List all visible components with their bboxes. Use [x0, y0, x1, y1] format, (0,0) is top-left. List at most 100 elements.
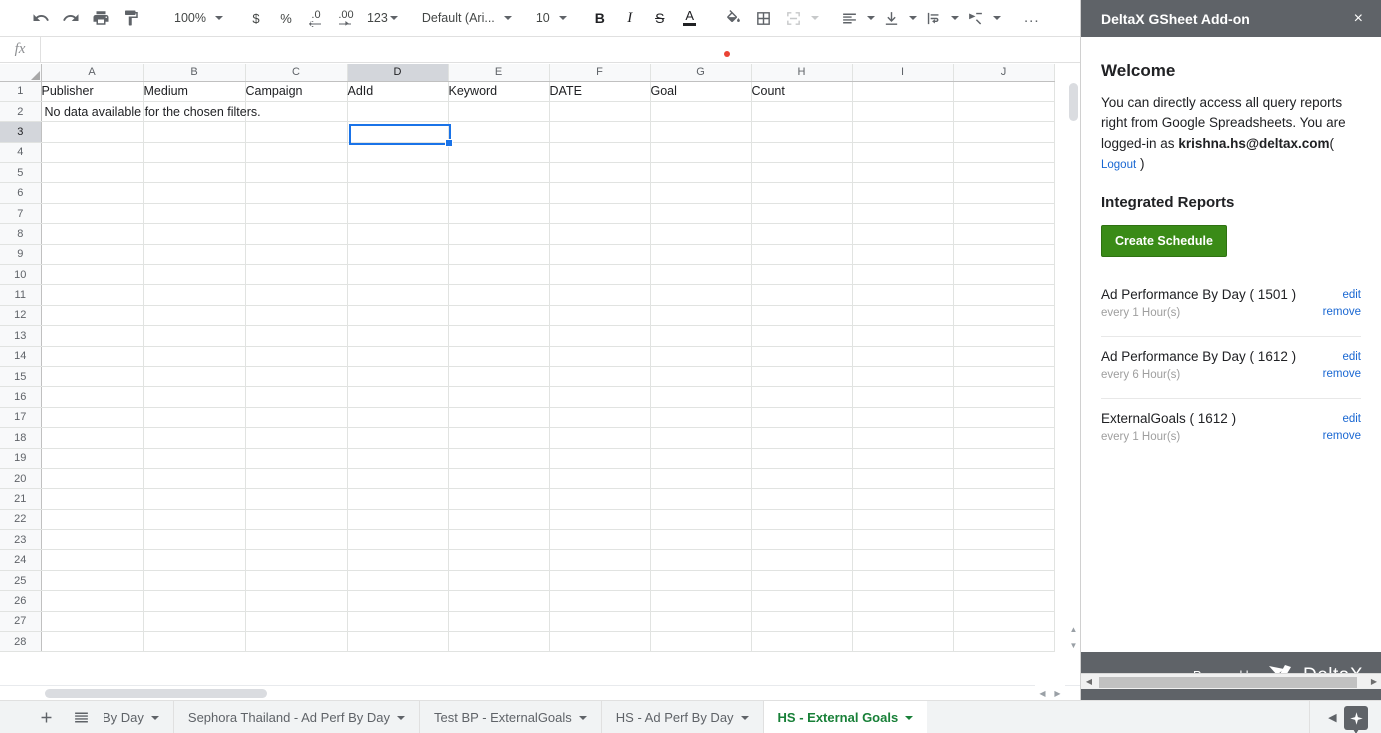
cell-D11[interactable] — [347, 284, 449, 306]
cell-I20[interactable] — [852, 468, 954, 490]
vertical-align-icon[interactable] — [879, 5, 905, 31]
cell-G6[interactable] — [650, 182, 752, 204]
horizontal-scrollbar[interactable]: ◀ ▶ — [0, 685, 1081, 701]
row-header-14[interactable]: 14 — [0, 346, 42, 367]
cell-F13[interactable] — [549, 325, 651, 347]
cell-B15[interactable] — [143, 366, 246, 388]
cell-I5[interactable] — [852, 162, 954, 184]
cell-I28[interactable] — [852, 631, 954, 653]
cell-F20[interactable] — [549, 468, 651, 490]
cell-C12[interactable] — [245, 305, 348, 327]
cell-E27[interactable] — [448, 611, 550, 633]
cell-G13[interactable] — [650, 325, 752, 347]
cell-B14[interactable] — [143, 346, 246, 367]
cell-J20[interactable] — [953, 468, 1055, 490]
cell-H17[interactable] — [751, 407, 853, 429]
cell-C4[interactable] — [245, 142, 348, 164]
cell-D10[interactable] — [347, 264, 449, 286]
cell-H2[interactable] — [751, 101, 853, 123]
cell-C14[interactable] — [245, 346, 348, 367]
cell-F23[interactable] — [549, 529, 651, 551]
increase-decimal-button[interactable]: .00 — [333, 5, 359, 31]
cell-B13[interactable] — [143, 325, 246, 347]
cell-D17[interactable] — [347, 407, 449, 429]
cell-G21[interactable] — [650, 488, 752, 510]
text-wrap-selector[interactable] — [949, 5, 961, 31]
cell-F16[interactable] — [549, 386, 651, 408]
cell-J18[interactable] — [953, 427, 1055, 449]
cell-J7[interactable] — [953, 203, 1055, 225]
cell-C13[interactable] — [245, 325, 348, 347]
row-header-22[interactable]: 22 — [0, 509, 42, 531]
cell-F21[interactable] — [549, 488, 651, 510]
cell-C22[interactable] — [245, 509, 348, 531]
cell-I17[interactable] — [852, 407, 954, 429]
edit-report-link[interactable]: edit — [1323, 413, 1361, 425]
cell-E8[interactable] — [448, 223, 550, 245]
cell-D23[interactable] — [347, 529, 449, 551]
cell-C21[interactable] — [245, 488, 348, 510]
cell-J15[interactable] — [953, 366, 1055, 388]
cell-E5[interactable] — [448, 162, 550, 184]
cell-H12[interactable] — [751, 305, 853, 327]
scroll-down-icon[interactable]: ▼ — [1066, 637, 1081, 653]
cell-H4[interactable] — [751, 142, 853, 164]
row-header-21[interactable]: 21 — [0, 488, 42, 510]
cell-E18[interactable] — [448, 427, 550, 449]
cell-H20[interactable] — [751, 468, 853, 490]
chevron-down-icon[interactable] — [905, 715, 914, 720]
redo-icon[interactable] — [58, 5, 84, 31]
column-header-i[interactable]: I — [852, 64, 954, 82]
cell-C11[interactable] — [245, 284, 348, 306]
cell-I15[interactable] — [852, 366, 954, 388]
cell-H10[interactable] — [751, 264, 853, 286]
cell-B22[interactable] — [143, 509, 246, 531]
row-header-2[interactable]: 2 — [0, 101, 42, 123]
sheet-tab[interactable]: HS - Ad Perf By Day — [600, 701, 763, 733]
cell-A7[interactable] — [41, 203, 144, 225]
cell-H19[interactable] — [751, 448, 853, 469]
row-header-17[interactable]: 17 — [0, 407, 42, 429]
cell-H6[interactable] — [751, 182, 853, 204]
cell-F27[interactable] — [549, 611, 651, 633]
merge-cells-icon[interactable] — [781, 5, 807, 31]
edit-report-link[interactable]: edit — [1323, 289, 1361, 301]
row-header-11[interactable]: 11 — [0, 284, 42, 306]
spreadsheet-grid[interactable]: A B C D E F G H I J 1 Publisher Medium Campaign AdId K… — [0, 64, 1081, 685]
row-header-3[interactable]: 3 — [0, 121, 42, 143]
cell-J23[interactable] — [953, 529, 1055, 551]
row-header-10[interactable]: 10 — [0, 264, 42, 286]
cell-C8[interactable] — [245, 223, 348, 245]
cell-B18[interactable] — [143, 427, 246, 449]
cell-A24[interactable] — [41, 549, 144, 571]
cell-J10[interactable] — [953, 264, 1055, 286]
cell-D8[interactable] — [347, 223, 449, 245]
cell-E11[interactable] — [448, 284, 550, 306]
cell-H16[interactable] — [751, 386, 853, 408]
cell-A11[interactable] — [41, 284, 144, 306]
cell-J25[interactable] — [953, 570, 1055, 592]
cell-C6[interactable] — [245, 182, 348, 204]
cell-B27[interactable] — [143, 611, 246, 633]
cell-E17[interactable] — [448, 407, 550, 429]
cell-J4[interactable] — [953, 142, 1055, 164]
cell-H3[interactable] — [751, 121, 853, 143]
close-icon[interactable]: × — [1350, 9, 1367, 29]
addon-scroll-track[interactable] — [1097, 674, 1366, 690]
cell-D9[interactable] — [347, 244, 449, 266]
cell-G15[interactable] — [650, 366, 752, 388]
horizontal-scrollbar-thumb[interactable] — [45, 688, 267, 698]
cell-C28[interactable] — [245, 631, 348, 653]
chevron-down-icon[interactable] — [397, 715, 406, 720]
cell-E1[interactable]: Keyword — [448, 81, 550, 102]
cell-B25[interactable] — [143, 570, 246, 592]
cell-I4[interactable] — [852, 142, 954, 164]
text-rotation-icon[interactable] — [963, 5, 989, 31]
cell-E25[interactable] — [448, 570, 550, 592]
cell-C15[interactable] — [245, 366, 348, 388]
row-header-13[interactable]: 13 — [0, 325, 42, 347]
addon-scroll-left-icon[interactable]: ◀ — [1081, 677, 1097, 686]
cell-J17[interactable] — [953, 407, 1055, 429]
chevron-down-icon[interactable] — [578, 715, 587, 720]
cell-D7[interactable] — [347, 203, 449, 225]
